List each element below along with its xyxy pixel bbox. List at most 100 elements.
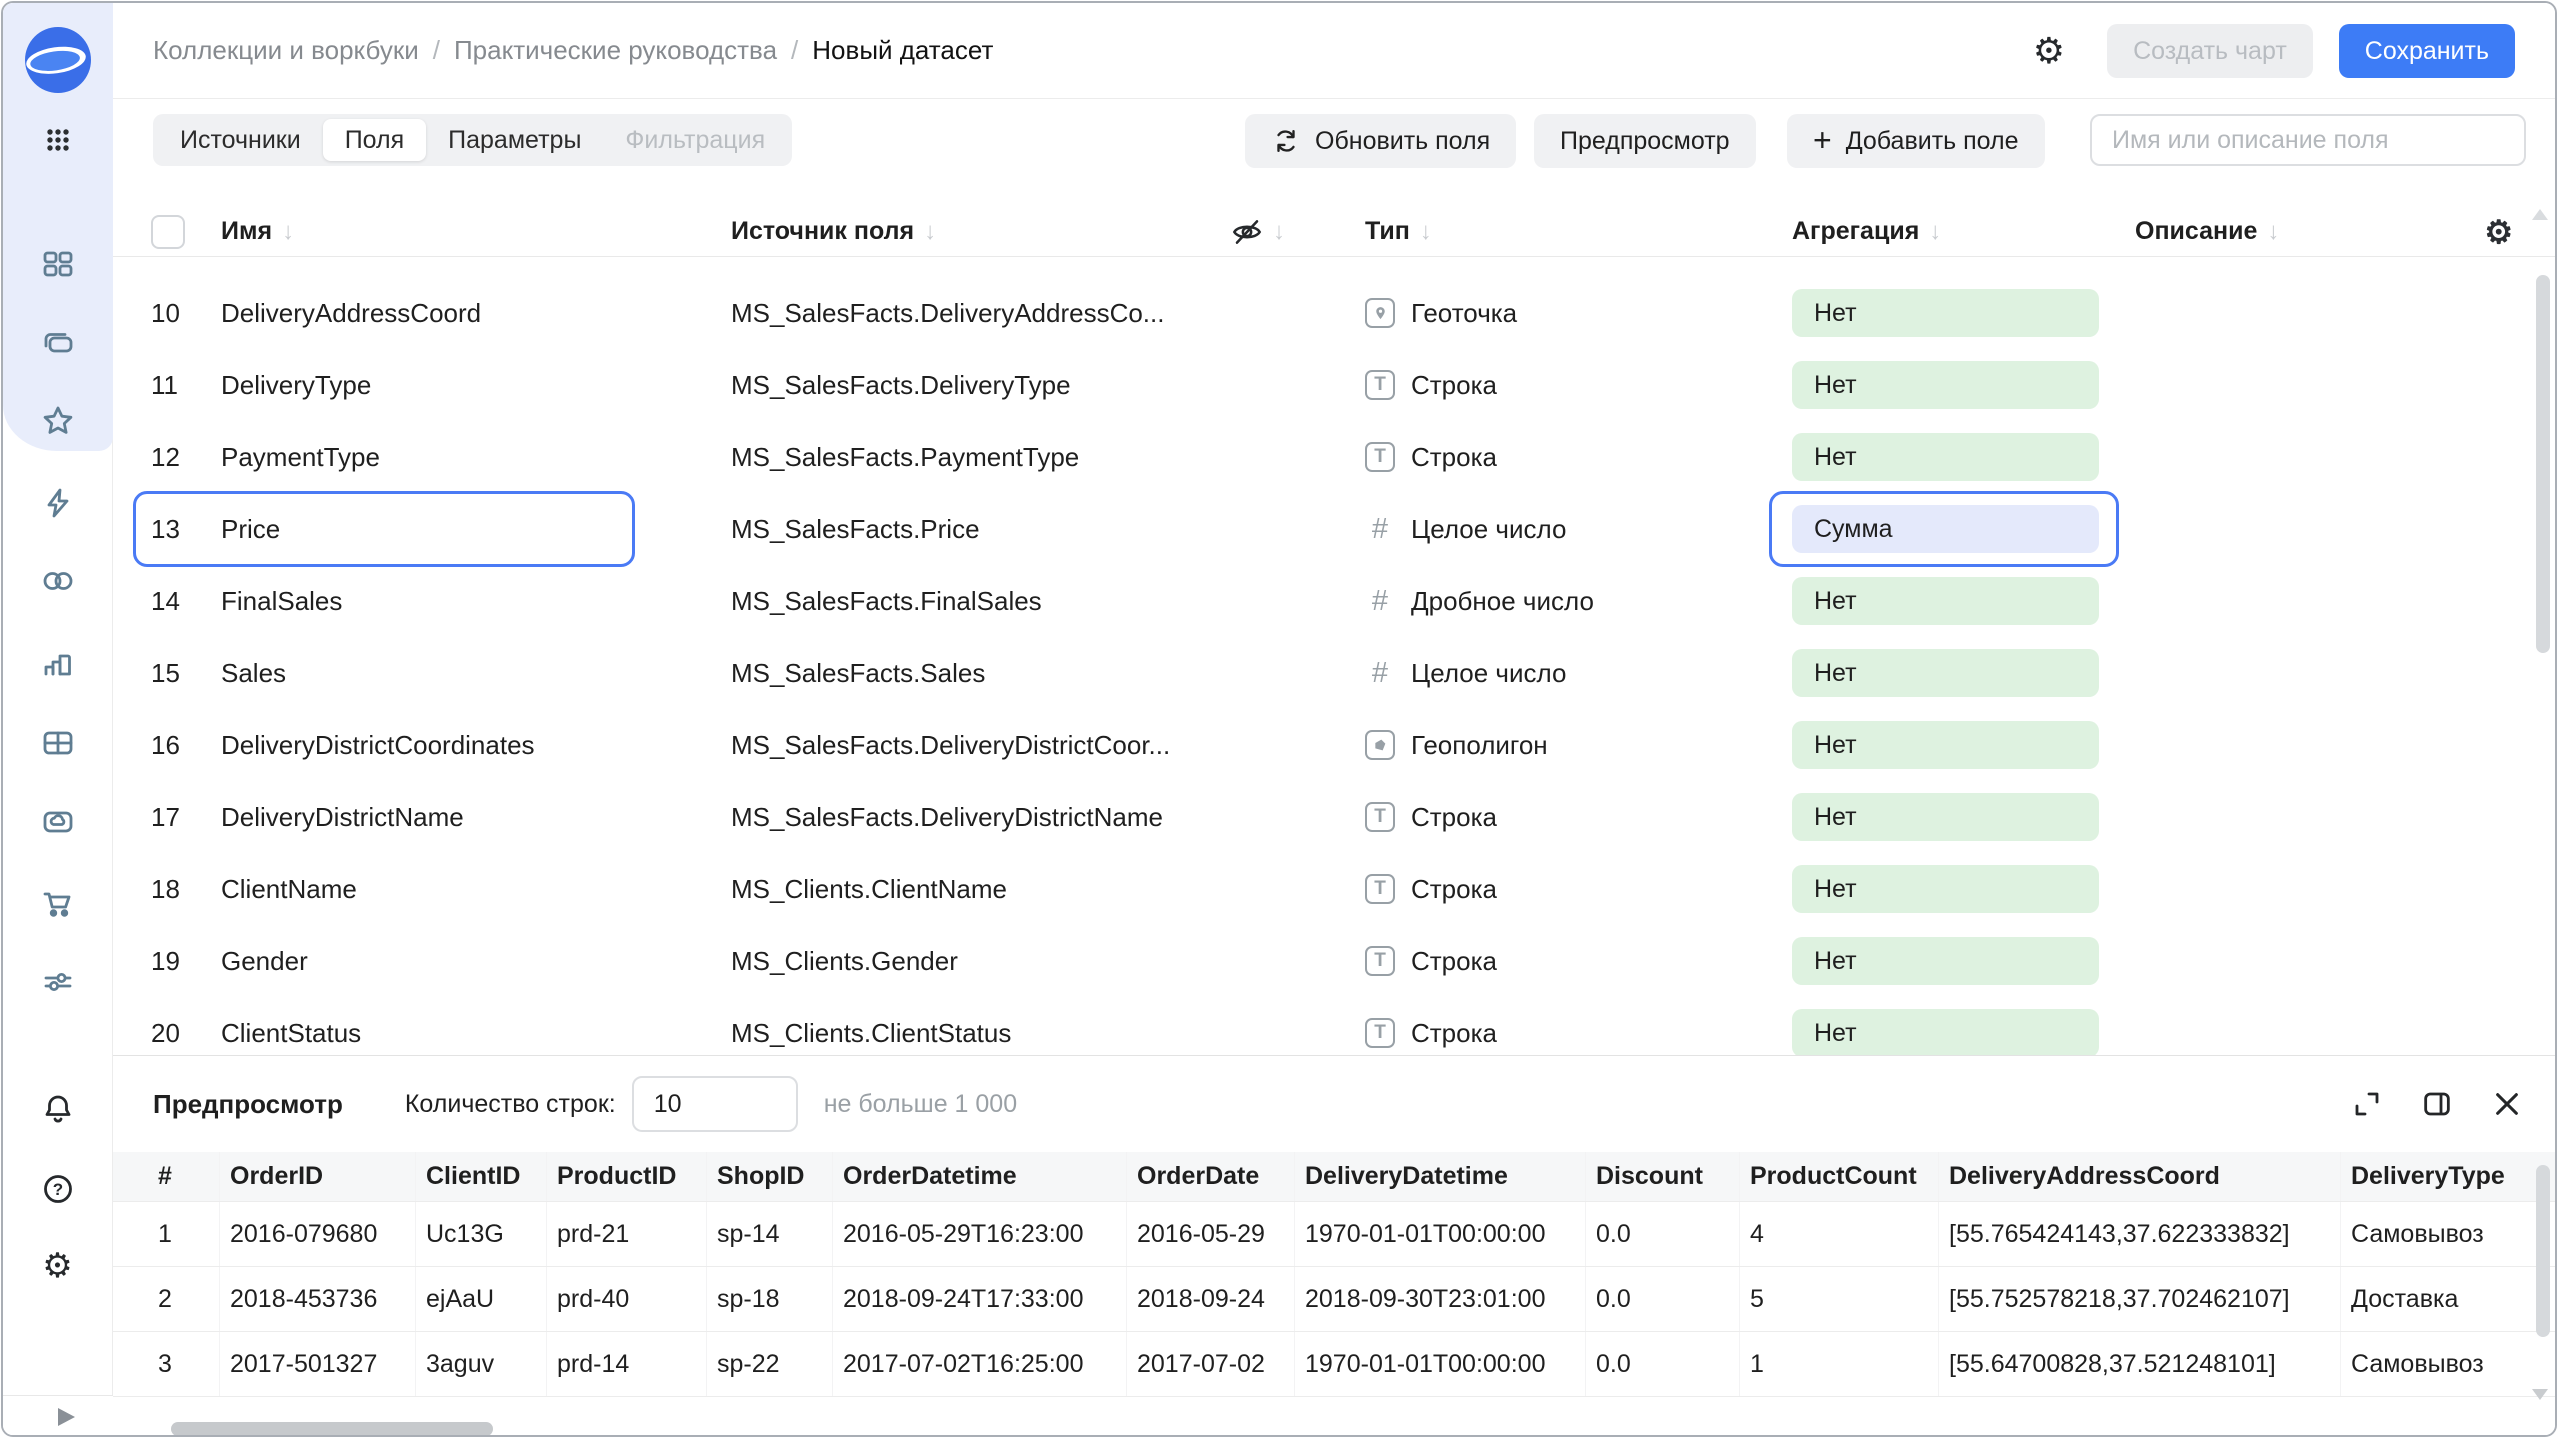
field-name[interactable]: ClientName (221, 874, 731, 905)
field-name[interactable]: PaymentType (221, 442, 731, 473)
aggregation-select[interactable]: Нет (1792, 577, 2099, 625)
gear-icon[interactable]: ⚙ (39, 1247, 77, 1285)
select-all-checkbox[interactable] (151, 214, 185, 249)
field-source: MS_SalesFacts.PaymentType (731, 441, 1080, 472)
aggregation-select[interactable]: Нет (1792, 649, 2099, 697)
copies-icon[interactable] (39, 324, 77, 362)
aggregation-select[interactable]: Нет (1792, 793, 2099, 841)
preview-cell: 0.0 (1586, 1202, 1740, 1266)
aggregation-select[interactable]: Нет (1792, 937, 2099, 985)
sort-arrow-icon[interactable]: ↓ (1929, 218, 1941, 246)
column-header-source[interactable]: Источник поля ↓ (731, 217, 1231, 246)
aggregation-select[interactable]: Нет (1792, 721, 2099, 769)
rings-icon[interactable] (39, 562, 77, 600)
field-name[interactable]: Price (221, 514, 731, 545)
field-name[interactable]: DeliveryAddressCoord (221, 298, 731, 329)
field-aggregation-cell: Нет (1792, 289, 2135, 337)
lightning-icon[interactable] (39, 484, 77, 522)
preview-column-header: # (148, 1152, 220, 1201)
sliders-icon[interactable] (39, 963, 77, 1001)
scroll-down-arrow[interactable] (2532, 1389, 2548, 1400)
play-icon[interactable] (55, 1406, 77, 1428)
sort-arrow-icon[interactable]: ↓ (1420, 218, 1432, 246)
field-row[interactable]: 17 DeliveryDistrictName MS_SalesFacts.Deli… (113, 781, 2555, 853)
add-field-button[interactable]: + Добавить поле (1787, 114, 2045, 168)
table-icon[interactable] (39, 724, 77, 762)
field-row[interactable]: 15 Sales MS_SalesFacts.Sales # Целое число Не… (113, 637, 2555, 709)
field-source: MS_SalesFacts.Sales (731, 657, 986, 688)
bell-icon[interactable] (39, 1090, 77, 1128)
column-header-name[interactable]: Имя ↓ (221, 217, 731, 246)
aggregation-select[interactable]: Сумма (1792, 505, 2099, 553)
field-name[interactable]: Gender (221, 946, 731, 977)
preview-toggle-button[interactable]: Предпросмотр (1534, 114, 1756, 168)
preview-cell: prd-40 (547, 1267, 707, 1331)
field-type: # Целое число (1365, 657, 1792, 690)
field-source: MS_Clients.ClientStatus (731, 1017, 1012, 1048)
refresh-fields-button[interactable]: Обновить поля (1245, 114, 1517, 168)
expand-icon[interactable] (2351, 1088, 2383, 1120)
column-header-hidden[interactable]: ↓ (1231, 216, 1365, 248)
row-count-input[interactable] (631, 1076, 798, 1132)
preview-cell: Доставка (2351, 1284, 2459, 1313)
field-search-input[interactable] (2090, 114, 2526, 166)
field-row[interactable]: 20 ClientStatus MS_Clients.ClientStatus T Ст… (113, 997, 2555, 1055)
aggregation-select[interactable]: Нет (1792, 433, 2099, 481)
cart-icon[interactable] (39, 884, 77, 922)
tiles-icon[interactable] (39, 245, 77, 283)
aggregation-select[interactable]: Нет (1792, 361, 2099, 409)
tab-источники[interactable]: Источники (158, 119, 323, 161)
field-row[interactable]: 13 Price MS_SalesFacts.Price # Целое число Су… (113, 491, 2555, 567)
field-row[interactable]: 19 Gender MS_Clients.Gender T Строка Нет (113, 925, 2555, 997)
sidebar: ? ⚙ (3, 3, 113, 1435)
horizontal-scrollbar-thumb[interactable] (171, 1422, 493, 1435)
cloud-folder-icon[interactable] (39, 803, 77, 841)
field-row[interactable]: 11 DeliveryType MS_SalesFacts.DeliveryType… (113, 349, 2555, 421)
tab-параметры[interactable]: Параметры (426, 119, 603, 161)
sort-arrow-icon[interactable]: ↓ (2267, 218, 2279, 246)
fields-scrollbar-thumb[interactable] (2536, 275, 2550, 653)
help-icon[interactable]: ? (39, 1170, 77, 1208)
sort-arrow-icon[interactable]: ↓ (924, 218, 936, 246)
tab-поля[interactable]: Поля (322, 119, 427, 161)
column-header-type[interactable]: Тип ↓ (1365, 217, 1792, 246)
field-name[interactable]: Sales (221, 658, 731, 689)
scroll-up-arrow[interactable] (2532, 209, 2548, 220)
sort-arrow-icon[interactable]: ↓ (1273, 218, 1285, 246)
field-row[interactable]: 14 FinalSales MS_SalesFacts.FinalSales # Дро… (113, 565, 2555, 637)
save-button[interactable]: Сохранить (2338, 24, 2515, 78)
field-name[interactable]: ClientStatus (221, 1018, 731, 1049)
sort-arrow-icon[interactable]: ↓ (282, 218, 294, 246)
field-row-index: 11 (151, 369, 178, 400)
field-name[interactable]: DeliveryType (221, 370, 731, 401)
field-type-label: Геоточка (1411, 297, 1518, 328)
preview-cell: 0.0 (1586, 1267, 1740, 1331)
bar-chart-icon[interactable] (39, 644, 77, 682)
field-row[interactable]: 10 DeliveryAddressCoord MS_SalesFacts.Deli… (113, 277, 2555, 349)
field-row[interactable]: 18 ClientName MS_Clients.ClientName T Строка… (113, 853, 2555, 925)
field-name[interactable]: FinalSales (221, 586, 731, 617)
aggregation-select[interactable]: Нет (1792, 865, 2099, 913)
table-settings-gear-icon[interactable]: ⚙ (2484, 216, 2513, 248)
eye-off-icon[interactable] (1231, 216, 1263, 248)
breadcrumb-item[interactable]: Практические руководства (454, 35, 777, 65)
field-type: T Строка (1365, 370, 1792, 401)
star-icon[interactable] (39, 402, 77, 440)
aggregation-select[interactable]: Нет (1792, 289, 2099, 337)
field-name[interactable]: DeliveryDistrictName (221, 802, 731, 833)
breadcrumb-item[interactable]: Коллекции и воркбуки (153, 35, 419, 65)
preview-title: Предпросмотр (153, 1088, 343, 1119)
settings-gear-icon[interactable]: ⚙ (2033, 33, 2065, 69)
field-aggregation-cell: Нет (1792, 721, 2135, 769)
column-header-aggregation[interactable]: Агрегация ↓ (1792, 217, 2135, 246)
preview-scrollbar-thumb[interactable] (2536, 1165, 2550, 1337)
field-row[interactable]: 16 DeliveryDistrictCoordinates MS_SalesFac… (113, 709, 2555, 781)
field-row[interactable]: 12 PaymentType MS_SalesFacts.PaymentType T С… (113, 421, 2555, 493)
field-name[interactable]: DeliveryDistrictCoordinates (221, 730, 731, 761)
grid-menu-icon[interactable] (39, 121, 77, 159)
close-icon[interactable] (2491, 1088, 2523, 1120)
split-panel-icon[interactable] (2421, 1088, 2453, 1120)
field-aggregation-cell: Нет (1792, 937, 2135, 985)
datalens-logo[interactable] (25, 27, 91, 93)
aggregation-select[interactable]: Нет (1792, 1009, 2099, 1055)
